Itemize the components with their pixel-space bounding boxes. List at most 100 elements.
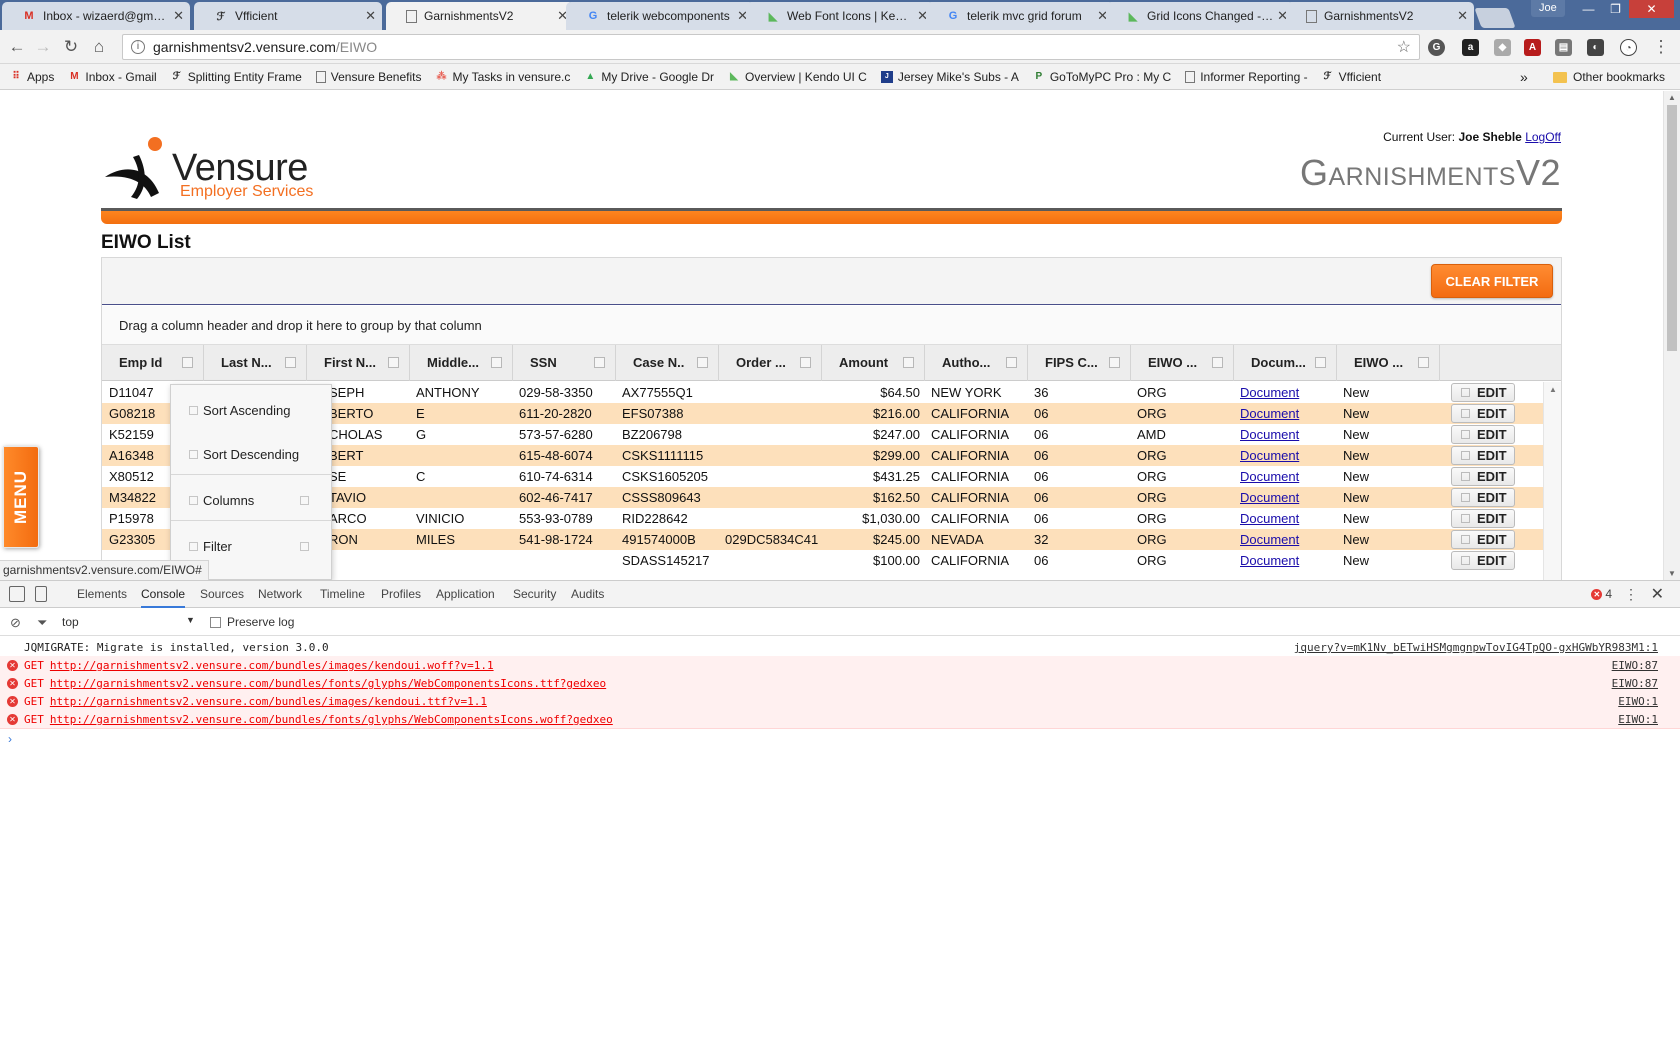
reload-icon[interactable]: ↻ [61, 37, 81, 57]
column-menu-icon[interactable] [800, 357, 811, 368]
devtools-close-icon[interactable]: ✕ [1651, 584, 1664, 604]
document-link[interactable]: Document [1240, 511, 1299, 526]
browser-tab-active[interactable]: GarnishmentsV2 ✕ [386, 2, 574, 30]
edit-button[interactable]: EDIT [1451, 446, 1515, 465]
group-drop-area[interactable]: Drag a column header and drop it here to… [102, 306, 1561, 345]
edit-button[interactable]: EDIT [1451, 425, 1515, 444]
resource-link[interactable]: http://garnishmentsv2.vensure.com/bundle… [50, 695, 487, 708]
devtools-tab-timeline[interactable]: Timeline [320, 581, 365, 608]
inspect-element-icon[interactable] [9, 586, 25, 602]
browser-tab[interactable]: G telerik mvc grid forum ✕ [926, 2, 1114, 30]
column-menu-icon[interactable] [182, 357, 193, 368]
side-menu-tab[interactable]: MENU [3, 446, 39, 548]
close-tab-icon[interactable]: ✕ [365, 8, 376, 24]
edit-button[interactable]: EDIT [1451, 467, 1515, 486]
edit-button[interactable]: EDIT [1451, 530, 1515, 549]
column-header-case-number[interactable]: Case N.. [616, 345, 719, 381]
context-selector[interactable]: top [62, 615, 79, 629]
grid-scrollbar[interactable]: ▲ [1543, 382, 1561, 580]
bookmark-item[interactable]: ℱ Vfficient [1322, 70, 1381, 84]
preserve-log-option[interactable]: Preserve log [210, 615, 294, 629]
browser-tab[interactable]: ◣ Web Font Icons | Kendo ✕ [746, 2, 934, 30]
document-link[interactable]: Document [1240, 532, 1299, 547]
column-header-authority[interactable]: Autho... [925, 345, 1028, 381]
devtools-tab-elements[interactable]: Elements [77, 581, 127, 608]
filter-item[interactable]: Filter [171, 536, 331, 556]
bookmark-item[interactable]: ▲ My Drive - Google Dr [584, 70, 714, 84]
filter-icon[interactable]: ⏷ [37, 615, 47, 631]
extension-icon[interactable]: G [1428, 39, 1445, 56]
edit-button[interactable]: EDIT [1451, 509, 1515, 528]
column-menu-icon[interactable] [1315, 357, 1326, 368]
column-header-eiwo-status[interactable]: EIWO ... [1337, 345, 1440, 381]
browser-tab[interactable]: M Inbox - wizaerd@gmail.com ✕ [2, 2, 190, 30]
device-toggle-icon[interactable] [35, 586, 47, 602]
source-link[interactable]: EIWO:1 [1618, 692, 1658, 711]
bookmark-item[interactable]: ℱ Splitting Entity Frame [171, 70, 302, 84]
source-link[interactable]: jquery?v=mK1Nv_bETwiHSMgmgnpwTovIG4TpQO-… [1294, 638, 1658, 657]
window-close-icon[interactable]: ✕ [1629, 0, 1674, 18]
bookmark-item[interactable]: M Inbox - Gmail [68, 70, 157, 84]
column-header-order[interactable]: Order ... [719, 345, 822, 381]
devtools-tab-security[interactable]: Security [513, 581, 556, 608]
edit-button[interactable]: EDIT [1451, 551, 1515, 570]
devtools-menu-icon[interactable]: ⋮ [1624, 586, 1638, 603]
page-scrollbar[interactable]: ▲ ▼ [1663, 91, 1680, 580]
devtools-tab-audits[interactable]: Audits [571, 581, 604, 608]
bookmarks-overflow-button[interactable]: » [1520, 69, 1528, 85]
new-tab-button[interactable] [1474, 8, 1516, 28]
document-link[interactable]: Document [1240, 385, 1299, 400]
column-header-amount[interactable]: Amount [822, 345, 925, 381]
document-link[interactable]: Document [1240, 427, 1299, 442]
scroll-down-icon[interactable]: ▼ [1668, 569, 1676, 578]
close-tab-icon[interactable]: ✕ [173, 8, 184, 24]
column-menu-icon[interactable] [1006, 357, 1017, 368]
columns-item[interactable]: Columns [171, 490, 331, 510]
home-icon[interactable]: ⌂ [89, 37, 109, 57]
devtools-tab-application[interactable]: Application [436, 581, 495, 608]
devtools-tab-network[interactable]: Network [258, 581, 302, 608]
document-link[interactable]: Document [1240, 553, 1299, 568]
column-header-eiwo-type[interactable]: EIWO ... [1131, 345, 1234, 381]
preserve-log-checkbox[interactable] [210, 616, 221, 628]
column-menu-icon[interactable] [594, 357, 605, 368]
edit-button[interactable]: EDIT [1451, 383, 1515, 402]
chevron-down-icon[interactable]: ▼ [186, 615, 195, 625]
info-icon[interactable]: i [131, 40, 145, 54]
column-menu-icon[interactable] [285, 357, 296, 368]
column-menu-icon[interactable] [1418, 357, 1429, 368]
bookmark-item[interactable]: Vensure Benefits [315, 70, 422, 84]
column-menu-icon[interactable] [903, 357, 914, 368]
scroll-up-icon[interactable]: ▲ [1549, 385, 1557, 394]
console-prompt[interactable]: › [8, 732, 12, 746]
extension-icon[interactable]: ◐ [1587, 39, 1604, 56]
extension-icon[interactable]: ▤ [1555, 39, 1572, 56]
browser-tab[interactable]: G telerik webcomponents ✕ [566, 2, 754, 30]
source-link[interactable]: EIWO:1 [1618, 710, 1658, 729]
column-menu-icon[interactable] [1212, 357, 1223, 368]
column-header-emp-id[interactable]: Emp Id [102, 345, 204, 381]
source-link[interactable]: EIWO:87 [1612, 674, 1658, 693]
pdf-icon[interactable]: A [1524, 39, 1541, 56]
document-link[interactable]: Document [1240, 469, 1299, 484]
scrollbar-thumb[interactable] [1667, 105, 1677, 351]
column-menu-icon[interactable] [491, 357, 502, 368]
devtools-tab-sources[interactable]: Sources [200, 581, 244, 608]
sort-descending-item[interactable]: Sort Descending [171, 444, 331, 464]
resource-link[interactable]: http://garnishmentsv2.vensure.com/bundle… [50, 677, 606, 690]
sort-ascending-item[interactable]: Sort Ascending [171, 400, 331, 420]
bookmark-item[interactable]: ⁂ My Tasks in vensure.c [436, 70, 571, 84]
column-header-first-name[interactable]: First N... [307, 345, 410, 381]
column-header-fips-code[interactable]: FIPS C... [1028, 345, 1131, 381]
logoff-link[interactable]: LogOff [1525, 130, 1561, 144]
column-header-ssn[interactable]: SSN [513, 345, 616, 381]
address-bar[interactable]: i garnishmentsv2.vensure.com/EIWO ☆ [122, 34, 1420, 60]
bookmark-item[interactable]: P GoToMyPC Pro : My C [1033, 70, 1172, 84]
browser-tab[interactable]: ℱ Vfficient ✕ [194, 2, 382, 30]
column-header-middle-name[interactable]: Middle... [410, 345, 513, 381]
document-link[interactable]: Document [1240, 448, 1299, 463]
edit-button[interactable]: EDIT [1451, 488, 1515, 507]
bookmark-item[interactable]: ⠿ Apps [10, 70, 54, 84]
close-tab-icon[interactable]: ✕ [1457, 8, 1468, 24]
clear-filter-button[interactable]: CLEAR FILTER [1431, 264, 1553, 298]
